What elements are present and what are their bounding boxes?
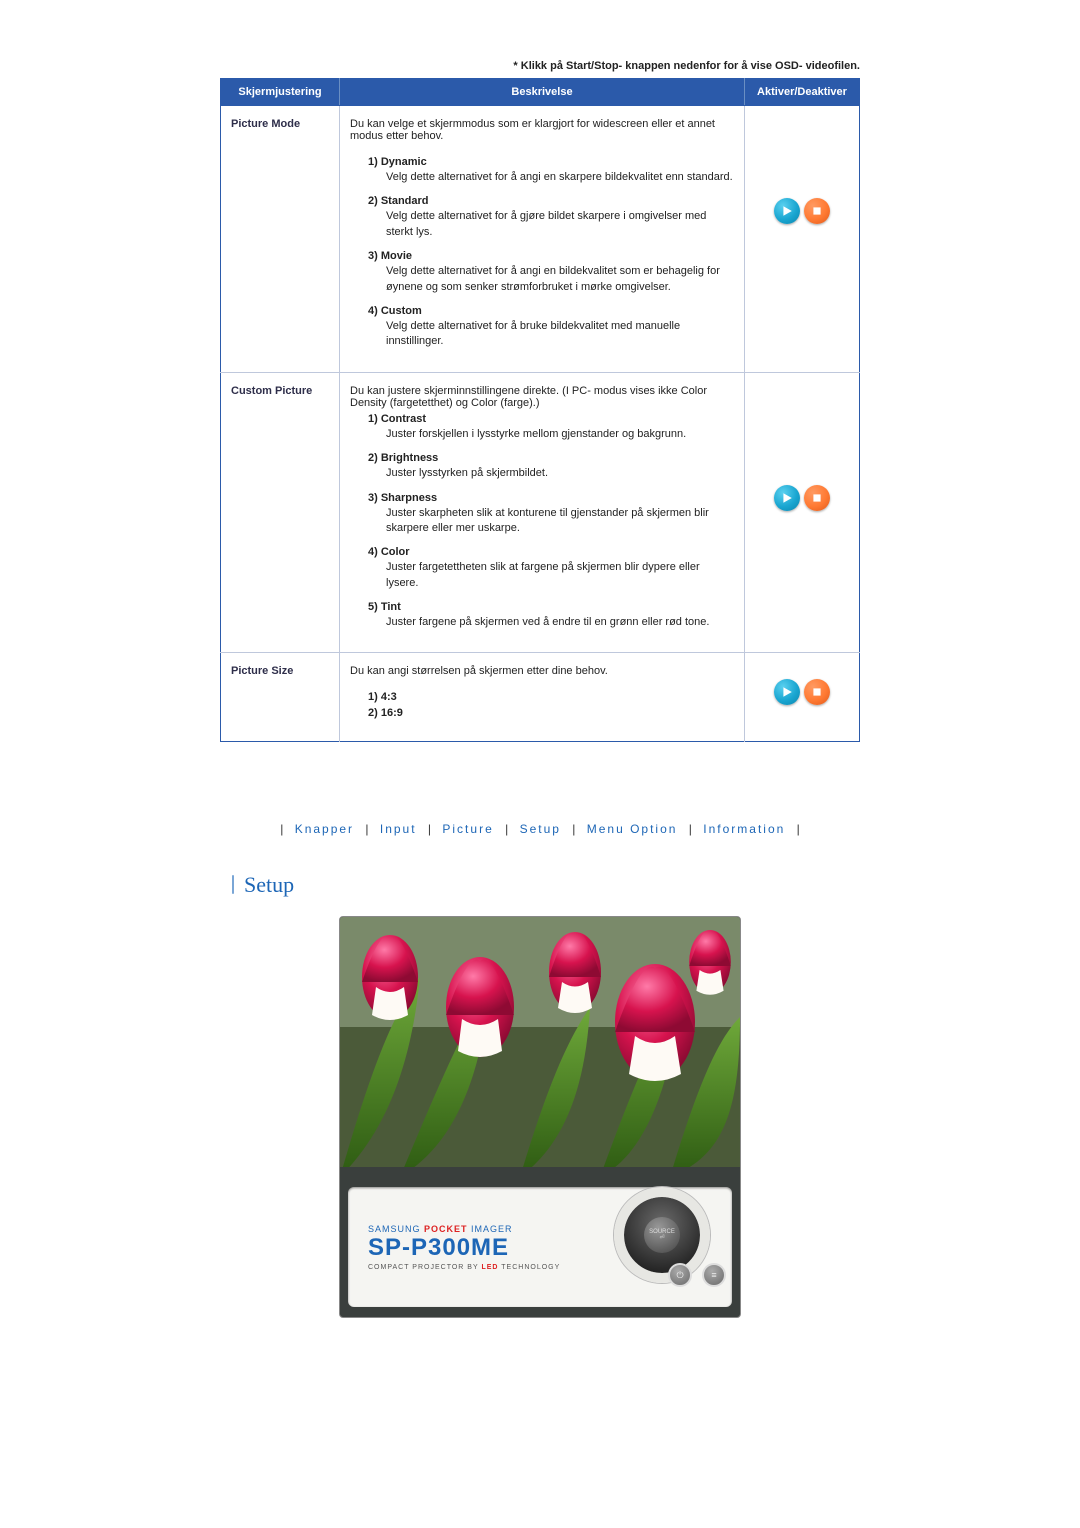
- th-enable-disable: Aktiver/Deaktiver: [745, 79, 860, 106]
- device-dpad[interactable]: ▲ ▼ ◀ ▶ SOURCE ⏎: [624, 1197, 700, 1273]
- nav-sep: |: [505, 822, 508, 836]
- nav-sep: |: [689, 822, 692, 836]
- cell-action: [745, 653, 860, 742]
- row-picture-mode: Picture Mode Du kan velge et skjermmodus…: [221, 106, 860, 373]
- device-model: SP-P300ME: [368, 1234, 560, 1262]
- cell-action: [745, 106, 860, 373]
- opt-desc: Velg dette alternativet for å bruke bild…: [386, 319, 734, 350]
- device-panel: SAMSUNG POCKET IMAGER SP-P300ME COMPACT …: [348, 1187, 732, 1307]
- opt-desc: Juster lysstyrken på skjermbildet.: [386, 466, 734, 481]
- enter-icon: ⏎: [659, 1235, 664, 1242]
- device-logo: SAMSUNG POCKET IMAGER SP-P300ME COMPACT …: [368, 1224, 560, 1271]
- menu-button[interactable]: ≡: [702, 1263, 726, 1287]
- th-description: Beskrivelse: [340, 79, 745, 106]
- row-custom-picture: Custom Picture Du kan justere skjerminns…: [221, 372, 860, 653]
- stop-button[interactable]: [804, 485, 830, 511]
- chevron-left-icon: ◀: [616, 1231, 622, 1240]
- chevron-up-icon: ▲: [658, 1190, 666, 1199]
- cell-name: Custom Picture: [221, 372, 340, 653]
- intro-text: Du kan justere skjerminnstillingene dire…: [350, 385, 734, 409]
- opt-title: 3) Sharpness: [368, 492, 437, 504]
- nav-picture[interactable]: Picture: [442, 822, 493, 836]
- section-header-setup: Setup: [232, 872, 860, 898]
- brand-line: SAMSUNG POCKET IMAGER: [368, 1224, 560, 1234]
- nav-knapper[interactable]: Knapper: [295, 822, 354, 836]
- nav-sep: |: [572, 822, 575, 836]
- opt-title: 1) Contrast: [368, 413, 426, 425]
- cell-name: Picture Mode: [221, 106, 340, 373]
- nav-sep: |: [280, 822, 283, 836]
- opt-desc: Juster skarpheten slik at konturene til …: [386, 506, 734, 537]
- setup-icon: [232, 876, 234, 894]
- picture-settings-table: Skjermjustering Beskrivelse Aktiver/Deak…: [220, 78, 860, 742]
- opt-title: 4) Custom: [368, 305, 422, 317]
- section-title: Setup: [244, 872, 294, 898]
- opt-title: 1) Dynamic: [368, 156, 427, 168]
- intro-text: Du kan angi størrelsen på skjermen etter…: [350, 665, 734, 677]
- opt-title: 5) Tint: [368, 601, 401, 613]
- tulips-photo: [340, 917, 740, 1167]
- opt-desc: Juster forskjellen i lysstyrke mellom gj…: [386, 427, 734, 442]
- opt-title: 2) 16:9: [368, 707, 403, 719]
- device-tagline: COMPACT PROJECTOR BY LED TECHNOLOGY: [368, 1264, 560, 1271]
- cell-name: Picture Size: [221, 653, 340, 742]
- intro-text: Du kan velge et skjermmodus som er klarg…: [350, 118, 734, 142]
- opt-title: 2) Brightness: [368, 452, 438, 464]
- source-button[interactable]: SOURCE ⏎: [644, 1217, 680, 1253]
- opt-desc: Juster fargetettheten slik at fargene på…: [386, 560, 734, 591]
- play-button[interactable]: [774, 679, 800, 705]
- chevron-down-icon: ▼: [658, 1271, 666, 1280]
- footer-nav: | Knapper | Input | Picture | Setup | Me…: [220, 822, 860, 836]
- cell-desc: Du kan justere skjerminnstillingene dire…: [340, 372, 745, 653]
- th-adjustment: Skjermjustering: [221, 79, 340, 106]
- nav-sep: |: [365, 822, 368, 836]
- power-button[interactable]: ⏻: [668, 1263, 692, 1287]
- cell-action: [745, 372, 860, 653]
- opt-desc: Velg dette alternativet for å gjøre bild…: [386, 209, 734, 240]
- nav-menu-option[interactable]: Menu Option: [587, 822, 678, 836]
- opt-title: 2) Standard: [368, 195, 429, 207]
- power-icon: ⏻: [676, 1270, 683, 1281]
- opt-title: 1) 4:3: [368, 691, 397, 703]
- nav-setup[interactable]: Setup: [520, 822, 561, 836]
- nav-input[interactable]: Input: [380, 822, 417, 836]
- cell-desc: Du kan angi størrelsen på skjermen etter…: [340, 653, 745, 742]
- osd-note: * Klikk på Start/Stop- knappen nedenfor …: [220, 60, 860, 72]
- nav-sep: |: [428, 822, 431, 836]
- device-aux-buttons: ⏻ ≡: [668, 1263, 726, 1287]
- stop-button[interactable]: [804, 198, 830, 224]
- nav-sep: |: [797, 822, 800, 836]
- nav-information[interactable]: Information: [703, 822, 785, 836]
- opt-desc: Velg dette alternativet for å angi en sk…: [386, 170, 734, 185]
- play-button[interactable]: [774, 485, 800, 511]
- stop-button[interactable]: [804, 679, 830, 705]
- opt-title: 4) Color: [368, 546, 410, 558]
- cell-desc: Du kan velge et skjermmodus som er klarg…: [340, 106, 745, 373]
- opt-desc: Velg dette alternativet for å angi en bi…: [386, 264, 734, 295]
- play-button[interactable]: [774, 198, 800, 224]
- chevron-right-icon: ▶: [702, 1231, 708, 1240]
- menu-icon: ≡: [711, 1270, 716, 1280]
- row-picture-size: Picture Size Du kan angi størrelsen på s…: [221, 653, 860, 742]
- opt-desc: Juster fargene på skjermen ved å endre t…: [386, 615, 734, 630]
- opt-title: 3) Movie: [368, 250, 412, 262]
- projector-device-image: SAMSUNG POCKET IMAGER SP-P300ME COMPACT …: [339, 916, 741, 1318]
